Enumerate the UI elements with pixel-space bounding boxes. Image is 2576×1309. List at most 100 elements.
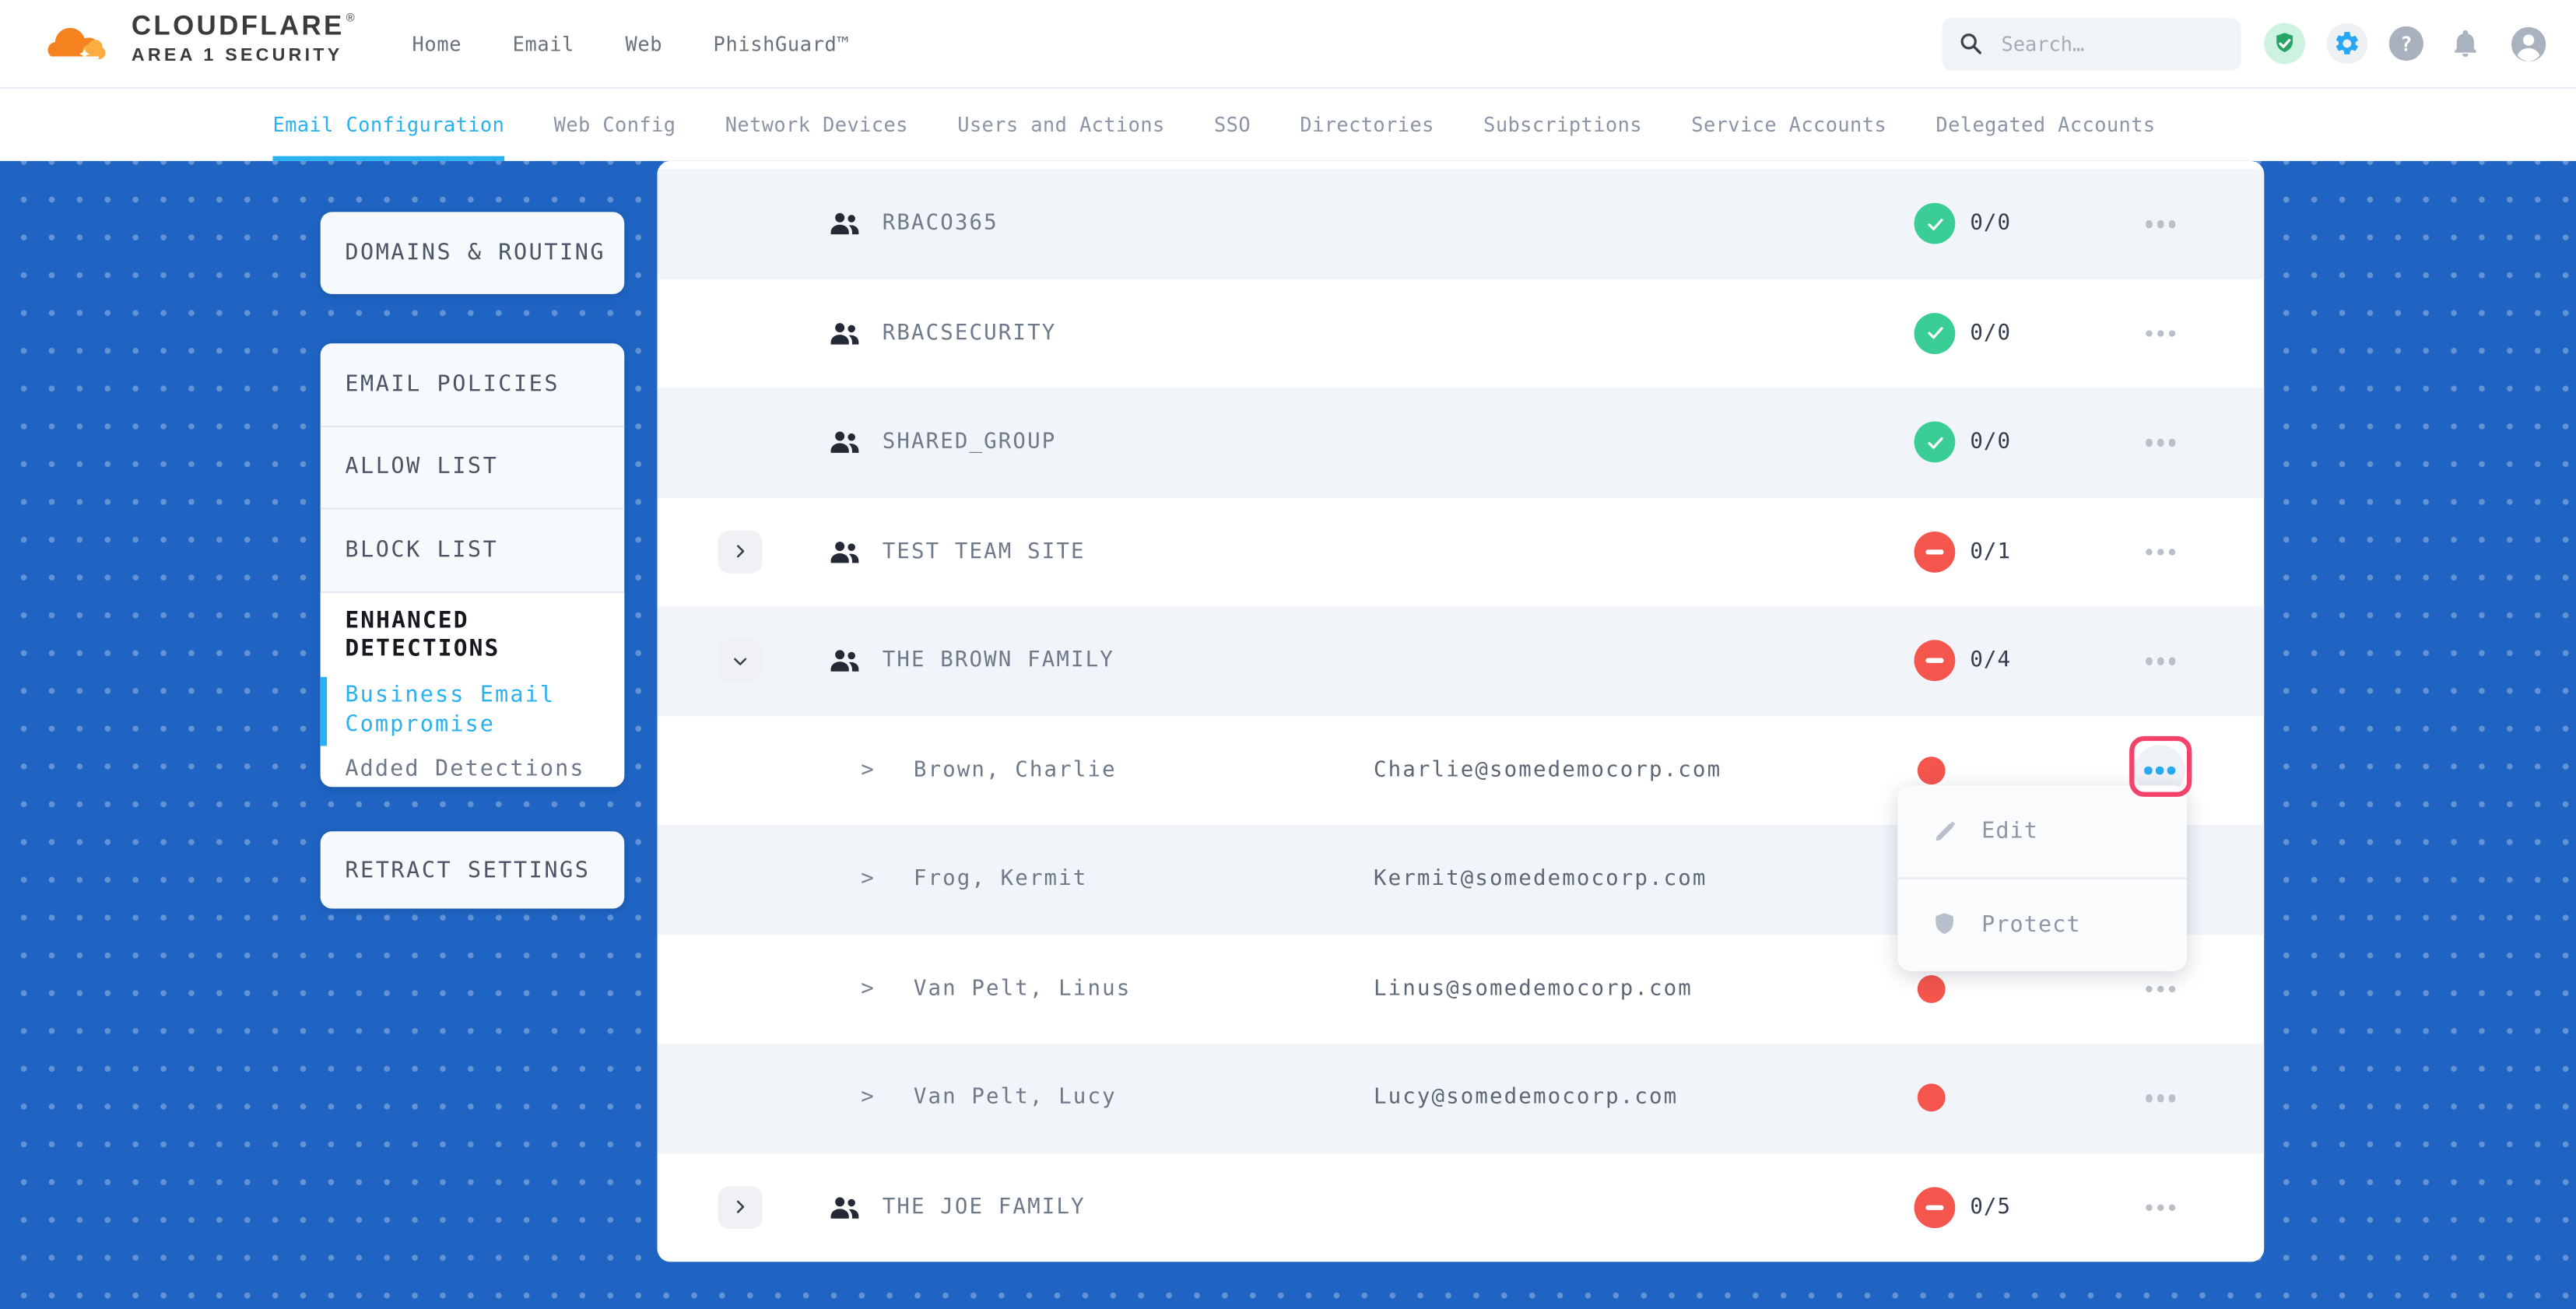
row-actions-button[interactable] [2138,1075,2184,1121]
logo-text: CLOUDFLARE ® AREA 1 SECURITY [132,11,355,65]
row-actions-button[interactable] [2138,310,2184,356]
tab-directories[interactable]: Directories [1300,89,1434,161]
table-row-group: RBACSECURITY 0/0 [657,279,2264,388]
status-alert-badge [1914,1187,1956,1228]
row-actions-button[interactable] [2138,419,2184,465]
tab-subscriptions[interactable]: Subscriptions [1483,89,1642,161]
status-alert-dot [1918,1084,1946,1112]
group-icon [830,321,859,346]
settings-button[interactable] [2326,23,2367,65]
active-item-indicator [321,676,327,746]
sidebar-label: RETRACT SETTINGS [321,857,591,883]
check-icon [1923,321,1946,345]
expand-row-button[interactable] [718,530,763,573]
group-name: RBACO365 [883,212,998,237]
header-icons: ? [2264,23,2548,65]
nav-web[interactable]: Web [625,32,662,55]
status-ok-badge [1914,422,1956,463]
header-right: ? [1942,17,2548,70]
row-actions-button[interactable] [2138,528,2184,574]
table-row-member: > Van Pelt, Lucy Lucy@somedemocorp.com [657,1044,2264,1153]
app-header: CLOUDFLARE ® AREA 1 SECURITY Home Email … [0,0,2576,89]
check-icon [1923,431,1946,454]
registered-mark: ® [346,12,355,24]
group-icon [830,539,859,564]
sidebar-item-allow-list[interactable]: ALLOW LIST [321,426,625,510]
tab-users-and-actions[interactable]: Users and Actions [957,89,1164,161]
group-icon [830,1195,859,1220]
search-box[interactable] [1942,17,2241,70]
help-button[interactable]: ? [2389,26,2423,61]
member-caret: > [861,977,874,1002]
sidebar-label: EMAIL POLICIES [321,371,560,398]
menu-item-edit[interactable]: Edit [1897,785,2187,877]
table-row-group: THE BROWN FAMILY 0/4 [657,606,2264,715]
sidebar-group-email-policies: EMAIL POLICIES ALLOW LIST BLOCK LIST ENH… [321,343,625,787]
group-name: TEST TEAM SITE [883,539,1086,564]
primary-nav: Home Email Web PhishGuard™ [412,32,850,55]
sidebar-item-business-email-compromise[interactable]: Business Email Compromise [321,679,625,739]
shield-check-icon [2271,30,2299,58]
search-input[interactable] [1998,30,2211,57]
account-button[interactable] [2508,23,2549,65]
app-root: CLOUDFLARE ® AREA 1 SECURITY Home Email … [0,0,2576,1309]
bell-icon [2450,28,2481,59]
table-row-group: RBACO365 0/0 [657,169,2264,278]
brand-name: CLOUDFLARE [132,11,345,40]
menu-label: Edit [1981,818,2038,844]
member-caret: > [861,758,874,783]
group-name: SHARED_GROUP [883,430,1057,455]
tab-email-configuration[interactable]: Email Configuration [272,89,504,161]
protection-count: 0/5 [1970,1195,2011,1220]
config-tab-bar: Email Configuration Web Config Network D… [0,89,2576,161]
minus-icon [1925,549,1943,554]
minus-icon [1925,1205,1943,1209]
table-row-group: TEST TEAM SITE 0/1 [657,497,2264,606]
row-actions-button[interactable] [2138,966,2184,1012]
table-row-group: THE JOE FAMILY 0/5 [657,1153,2264,1262]
groups-table-panel: RBACO365 0/0 RBACSECURITY 0/0 [657,161,2264,1262]
sidebar-item-retract-settings[interactable]: RETRACT SETTINGS [321,831,625,908]
cloudflare-logo[interactable]: CLOUDFLARE ® AREA 1 SECURITY [44,11,355,76]
collapse-row-button[interactable] [718,640,763,683]
protection-count: 0/0 [1970,430,2011,455]
sidebar-item-email-policies[interactable]: EMAIL POLICIES [321,343,625,426]
sidebar-item-enhanced-detections[interactable]: ENHANCED DETECTIONS [321,607,567,663]
group-name: RBACSECURITY [883,321,1057,346]
sidebar-item-domains-routing[interactable]: DOMAINS & ROUTING [321,212,625,294]
nav-home[interactable]: Home [412,32,462,55]
row-actions-button[interactable] [2138,1184,2184,1230]
menu-item-protect[interactable]: Protect [1897,877,2187,969]
protection-status-button[interactable] [2264,23,2305,65]
member-name: Frog, Kermit [914,867,1088,892]
member-name: Brown, Charlie [914,758,1117,783]
member-caret: > [861,1086,874,1111]
check-icon [1923,212,1946,236]
tab-web-config[interactable]: Web Config [554,89,676,161]
question-icon: ? [2400,32,2412,55]
group-name: THE JOE FAMILY [883,1195,1086,1220]
row-actions-button[interactable] [2138,201,2184,247]
sidebar-label: ALLOW LIST [321,454,499,480]
row-actions-button[interactable] [2138,638,2184,684]
sidebar-label: DOMAINS & ROUTING [321,240,605,266]
group-icon [830,648,859,673]
tab-service-accounts[interactable]: Service Accounts [1691,89,1886,161]
sidebar-item-block-list[interactable]: BLOCK LIST [321,509,625,592]
sidebar-item-added-detections[interactable]: Added Detections [321,755,625,781]
nav-phishguard[interactable]: PhishGuard™ [714,32,850,55]
notifications-button[interactable] [2444,23,2486,65]
member-email: Linus@somedemocorp.com [1374,977,1693,1002]
brand-tagline: AREA 1 SECURITY [132,45,355,65]
cloudflare-cloud-icon [44,14,120,76]
status-alert-dot [1918,756,1946,784]
status-alert-badge [1914,531,1956,572]
tab-network-devices[interactable]: Network Devices [725,89,908,161]
sidebar-section-enhanced-detections: ENHANCED DETECTIONS Business Email Compr… [321,592,625,784]
avatar-icon [2508,24,2548,64]
expand-row-button[interactable] [718,1186,763,1229]
sidebar-label: Business Email Compromise [345,679,575,739]
nav-email[interactable]: Email [513,32,574,55]
tab-sso[interactable]: SSO [1214,89,1251,161]
tab-delegated-accounts[interactable]: Delegated Accounts [1936,89,2155,161]
